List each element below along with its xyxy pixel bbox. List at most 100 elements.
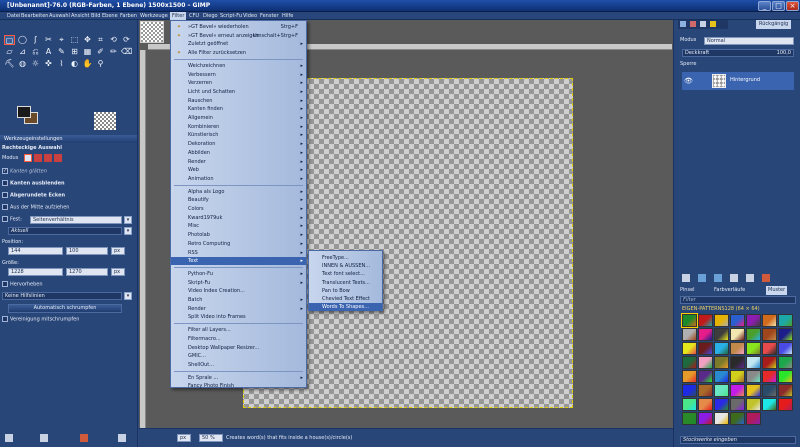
pattern-swatch[interactable] bbox=[746, 328, 761, 341]
filter-menu-tool-item-4[interactable]: ShellOut... bbox=[171, 361, 306, 369]
filter-menu-item-4[interactable]: Rauschen ▸ bbox=[171, 97, 306, 105]
text-submenu-item-6[interactable]: Words To Shapes... bbox=[309, 303, 382, 312]
current-ratio-field[interactable]: Aktuell bbox=[8, 227, 122, 235]
filter-input[interactable]: Filter bbox=[680, 296, 796, 304]
tool-button-7[interactable]: ⌗ bbox=[95, 35, 106, 45]
pattern-swatch[interactable] bbox=[714, 314, 729, 327]
filter-menu-item-10[interactable]: Abbilden ▸ bbox=[171, 149, 306, 157]
tool-button-14[interactable]: ✎ bbox=[56, 47, 67, 57]
menu-ebene[interactable]: Ebene bbox=[100, 12, 120, 20]
eye-icon[interactable]: 👁 bbox=[684, 77, 693, 85]
filter-menu-item-7[interactable]: Kombinieren ▸ bbox=[171, 123, 306, 131]
filter-menu-script-item-2[interactable]: Colors ▸ bbox=[171, 205, 306, 213]
position-x-input[interactable]: 144 bbox=[8, 247, 63, 255]
tool-button-16[interactable]: ▦ bbox=[82, 47, 93, 57]
tool-button-13[interactable]: A bbox=[43, 47, 54, 57]
shrink-merged-option[interactable]: Vereinigung mitschrumpfen bbox=[2, 316, 79, 324]
pattern-name-field[interactable]: Stockwerke eingeben bbox=[680, 436, 796, 444]
size-height-input[interactable]: 1270 bbox=[66, 268, 108, 276]
text-submenu-item-2[interactable]: Text font select... bbox=[309, 270, 382, 278]
filter-menu-item-8[interactable]: Künstlerisch ▸ bbox=[171, 131, 306, 139]
tool-button-23[interactable]: ✜ bbox=[43, 59, 54, 69]
from-center-checkbox[interactable] bbox=[2, 204, 8, 210]
pattern-swatch[interactable] bbox=[698, 398, 713, 411]
fixed-checkbox[interactable] bbox=[2, 216, 8, 222]
filter-menu-script-item-3[interactable]: Kward1979uk ▸ bbox=[171, 214, 306, 222]
tool-button-10[interactable]: ▱ bbox=[4, 47, 15, 57]
mode-intersect-button[interactable] bbox=[54, 154, 62, 162]
pattern-swatch[interactable] bbox=[762, 356, 777, 369]
opacity-slider[interactable]: Deckkraft 100,0 bbox=[682, 49, 794, 57]
filter-menu-script-item-5[interactable]: Photolab ▸ bbox=[171, 231, 306, 239]
pattern-swatch[interactable] bbox=[762, 370, 777, 383]
pattern-swatch[interactable] bbox=[714, 384, 729, 397]
filter-menu-plugin-item-1[interactable]: Skript-Fu ▸ bbox=[171, 279, 306, 287]
filter-menu-item-9[interactable]: Dekoration ▸ bbox=[171, 140, 306, 148]
pattern-swatch[interactable] bbox=[714, 370, 729, 383]
filter-menu-item-2[interactable]: Verzerren ▸ bbox=[171, 79, 306, 87]
antialias-option[interactable]: ✓ Kanten glätten bbox=[2, 168, 47, 176]
from-center-option[interactable]: Aus der Mitte aufziehen bbox=[2, 204, 69, 212]
layer-row[interactable]: 👁 Hintergrund bbox=[682, 72, 794, 90]
pattern-swatch[interactable] bbox=[714, 398, 729, 411]
gradients-tab[interactable]: Farbverläufe bbox=[714, 286, 745, 295]
tool-button-18[interactable]: ✏ bbox=[108, 47, 119, 57]
tool-button-26[interactable]: ✋ bbox=[82, 59, 93, 69]
reset-options-icon[interactable] bbox=[118, 434, 126, 442]
restore-options-icon[interactable] bbox=[40, 434, 48, 442]
filter-menu-plugin-item-3[interactable]: Batch ▸ bbox=[171, 296, 306, 304]
menu-filter[interactable]: Filter bbox=[170, 12, 187, 20]
filter-menu-item-1[interactable]: Verbessern ▸ bbox=[171, 71, 306, 79]
pattern-swatch[interactable] bbox=[762, 314, 777, 327]
position-y-input[interactable]: 100 bbox=[66, 247, 108, 255]
pattern-swatch[interactable] bbox=[682, 370, 697, 383]
tool-button-15[interactable]: ⊞ bbox=[69, 47, 80, 57]
pattern-swatch[interactable] bbox=[730, 412, 745, 425]
tool-button-24[interactable]: ⌇ bbox=[56, 59, 67, 69]
filter-menu-plugin-item-5[interactable]: Split Video into Frames bbox=[171, 313, 306, 321]
pattern-swatch[interactable] bbox=[714, 342, 729, 355]
tool-button-5[interactable]: ⬚ bbox=[69, 35, 80, 45]
pattern-swatch[interactable] bbox=[730, 342, 745, 355]
text-submenu-item-0[interactable]: FreeType... bbox=[309, 254, 382, 262]
pattern-swatch[interactable] bbox=[730, 384, 745, 397]
pattern-swatch[interactable] bbox=[778, 356, 793, 369]
patterns-tab[interactable]: Muster bbox=[766, 286, 788, 295]
pattern-swatch[interactable] bbox=[778, 328, 793, 341]
active-image-preview[interactable] bbox=[94, 112, 116, 130]
tool-button-19[interactable]: ⌫ bbox=[121, 47, 132, 57]
pattern-swatch[interactable] bbox=[730, 356, 745, 369]
vertical-ruler[interactable] bbox=[140, 50, 146, 428]
new-layer-icon[interactable] bbox=[682, 274, 690, 282]
tool-button-2[interactable]: ʃ bbox=[30, 35, 41, 45]
pattern-swatch[interactable] bbox=[714, 412, 729, 425]
pattern-swatch[interactable] bbox=[682, 342, 697, 355]
tool-options-tab[interactable]: Werkzeugeinstellungen bbox=[0, 135, 137, 143]
pattern-swatch[interactable] bbox=[778, 314, 793, 327]
pattern-swatch[interactable] bbox=[681, 313, 698, 328]
duplicate-layer-icon[interactable] bbox=[730, 274, 738, 282]
tool-button-12[interactable]: ⎌ bbox=[30, 47, 41, 57]
pattern-swatch[interactable] bbox=[714, 356, 729, 369]
filter-menu-script-item-0[interactable]: Alpha als Logo ▸ bbox=[171, 188, 306, 196]
tool-button-9[interactable]: ⟳ bbox=[121, 35, 132, 45]
pattern-swatch[interactable] bbox=[730, 370, 745, 383]
tool-button-11[interactable]: ⊿ bbox=[17, 47, 28, 57]
close-button[interactable]: × bbox=[786, 1, 799, 11]
pattern-swatch[interactable] bbox=[730, 398, 745, 411]
rounded-option[interactable]: Abgerundete Ecken bbox=[2, 192, 65, 200]
pattern-swatch[interactable] bbox=[682, 328, 697, 341]
pattern-swatch[interactable] bbox=[698, 342, 713, 355]
pattern-swatch[interactable] bbox=[778, 384, 793, 397]
tool-button-0[interactable]: ▢ bbox=[4, 35, 15, 45]
filter-menu-item-13[interactable]: Animation ▸ bbox=[171, 175, 306, 183]
feather-checkbox[interactable] bbox=[2, 180, 8, 186]
pattern-swatch[interactable] bbox=[682, 384, 697, 397]
layer-mode-select[interactable]: Normal bbox=[704, 37, 794, 45]
rounded-checkbox[interactable] bbox=[2, 192, 8, 198]
lower-layer-icon[interactable] bbox=[714, 274, 722, 282]
minimize-button[interactable]: _ bbox=[758, 1, 771, 11]
delete-options-icon[interactable] bbox=[80, 434, 88, 442]
filter-menu-item-6[interactable]: Allgemein ▸ bbox=[171, 114, 306, 122]
pattern-swatch[interactable] bbox=[746, 384, 761, 397]
